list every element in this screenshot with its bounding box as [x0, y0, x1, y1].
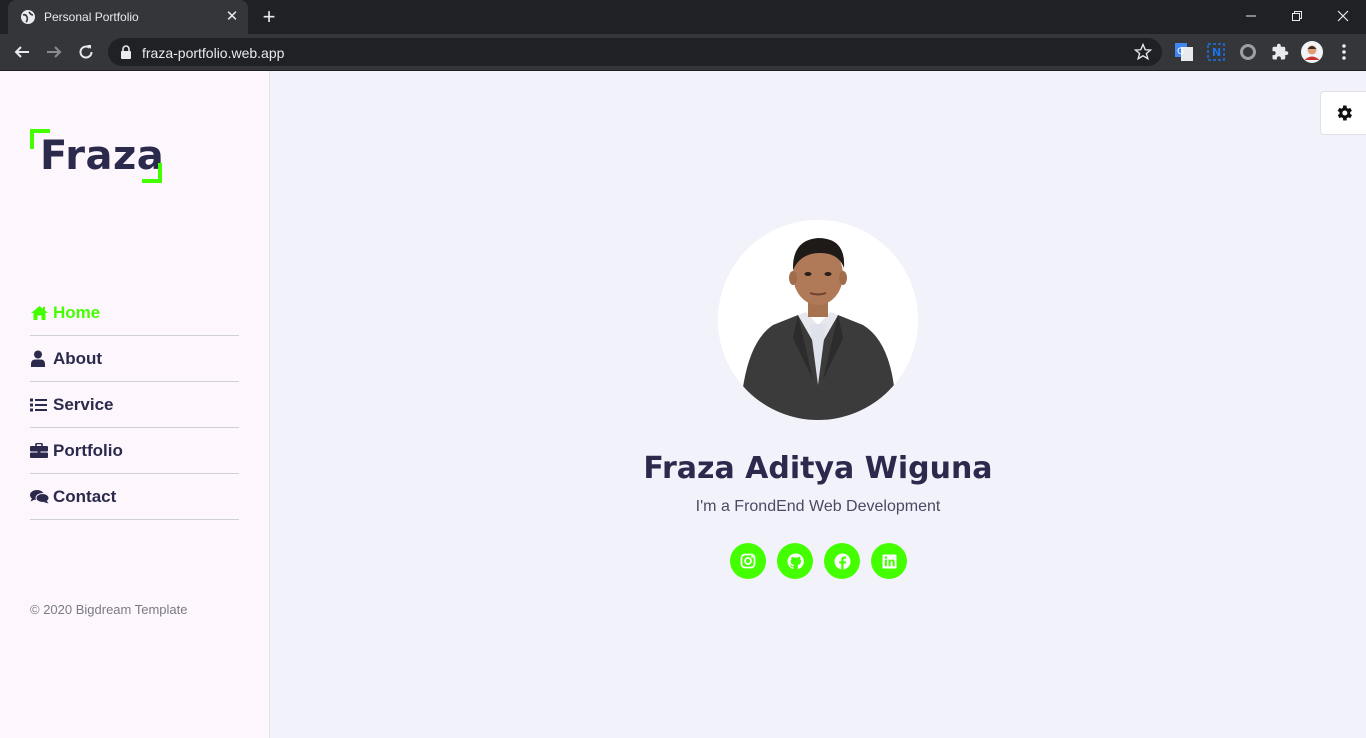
profile-avatar[interactable]	[1301, 41, 1323, 63]
address-bar[interactable]: fraza-portfolio.web.app	[108, 38, 1162, 66]
browser-tab-bar: Personal Portfolio ✕ +	[0, 0, 1366, 34]
logo[interactable]: Fraza	[30, 129, 164, 183]
arrow-right-icon	[47, 46, 62, 58]
facebook-link[interactable]	[824, 543, 860, 579]
tab-title: Personal Portfolio	[44, 10, 139, 24]
sidebar-item-label: Contact	[53, 486, 117, 506]
sidebar-item-contact[interactable]: Contact	[30, 474, 239, 520]
star-icon[interactable]	[1134, 43, 1152, 61]
browser-toolbar: fraza-portfolio.web.app G N	[0, 34, 1366, 71]
facebook-icon	[834, 553, 850, 570]
sidebar-item-label: Home	[53, 302, 101, 322]
sidebar-item-label: About	[53, 348, 103, 368]
profile-photo	[718, 220, 918, 420]
reload-button[interactable]	[74, 40, 98, 64]
hero-name: Fraza Aditya Wiguna	[643, 451, 993, 486]
page: Fraza Home About Service Portfolio Conta…	[0, 71, 1366, 738]
sidebar-item-portfolio[interactable]: Portfolio	[30, 428, 239, 474]
linkedin-link[interactable]	[871, 543, 907, 579]
copyright-text: © 2020 Bigdream Template	[30, 602, 188, 617]
instagram-icon	[740, 553, 756, 569]
gear-icon	[1337, 105, 1352, 121]
n-extension-icon[interactable]: N	[1206, 42, 1226, 62]
sidebar-item-label: Portfolio	[53, 440, 123, 460]
instagram-link[interactable]	[730, 543, 766, 579]
lock-icon	[121, 45, 131, 59]
linkedin-icon	[881, 553, 897, 569]
settings-button[interactable]	[1320, 91, 1366, 135]
reload-icon	[79, 45, 93, 59]
sidebar: Fraza Home About Service Portfolio Conta…	[0, 71, 270, 738]
new-tab-button[interactable]: +	[258, 6, 280, 29]
back-button[interactable]	[10, 40, 34, 64]
arrow-left-icon	[14, 46, 29, 58]
sidebar-menu: Home About Service Portfolio Contact	[30, 290, 239, 520]
main-content: Fraza Aditya Wiguna I'm a FrondEnd Web D…	[270, 71, 1366, 738]
svg-text:G: G	[1177, 47, 1184, 57]
minimize-icon	[1246, 15, 1256, 17]
menu-dots-icon[interactable]	[1334, 42, 1354, 62]
globe-icon	[21, 10, 35, 24]
hero-tagline: I'm a FrondEnd Web Development	[695, 498, 941, 515]
home-icon	[30, 304, 50, 322]
briefcase-icon	[30, 442, 50, 460]
sidebar-item-about[interactable]: About	[30, 336, 239, 382]
logo-corner-bottom-right	[142, 163, 162, 183]
puzzle-icon[interactable]	[1270, 42, 1290, 62]
sidebar-item-label: Service	[53, 394, 114, 414]
forward-button[interactable]	[42, 40, 66, 64]
github-link[interactable]	[777, 543, 813, 579]
close-icon	[1337, 10, 1349, 22]
circle-extension-icon[interactable]	[1238, 42, 1258, 62]
close-window-button[interactable]	[1320, 0, 1366, 32]
sidebar-item-service[interactable]: Service	[30, 382, 239, 428]
user-icon	[30, 350, 50, 368]
url-text: fraza-portfolio.web.app	[142, 45, 285, 61]
github-icon	[787, 553, 804, 569]
minimize-button[interactable]	[1228, 0, 1274, 32]
social-links	[730, 543, 910, 579]
comments-icon	[30, 488, 50, 506]
translate-extension-icon[interactable]: G	[1174, 42, 1194, 62]
svg-text:N: N	[1212, 46, 1221, 59]
tab-close-icon[interactable]: ✕	[224, 9, 240, 25]
list-icon	[30, 396, 50, 414]
restore-button[interactable]	[1274, 0, 1320, 32]
browser-tab[interactable]: Personal Portfolio ✕	[8, 0, 248, 34]
sidebar-item-home[interactable]: Home	[30, 290, 239, 336]
restore-icon	[1292, 11, 1302, 21]
